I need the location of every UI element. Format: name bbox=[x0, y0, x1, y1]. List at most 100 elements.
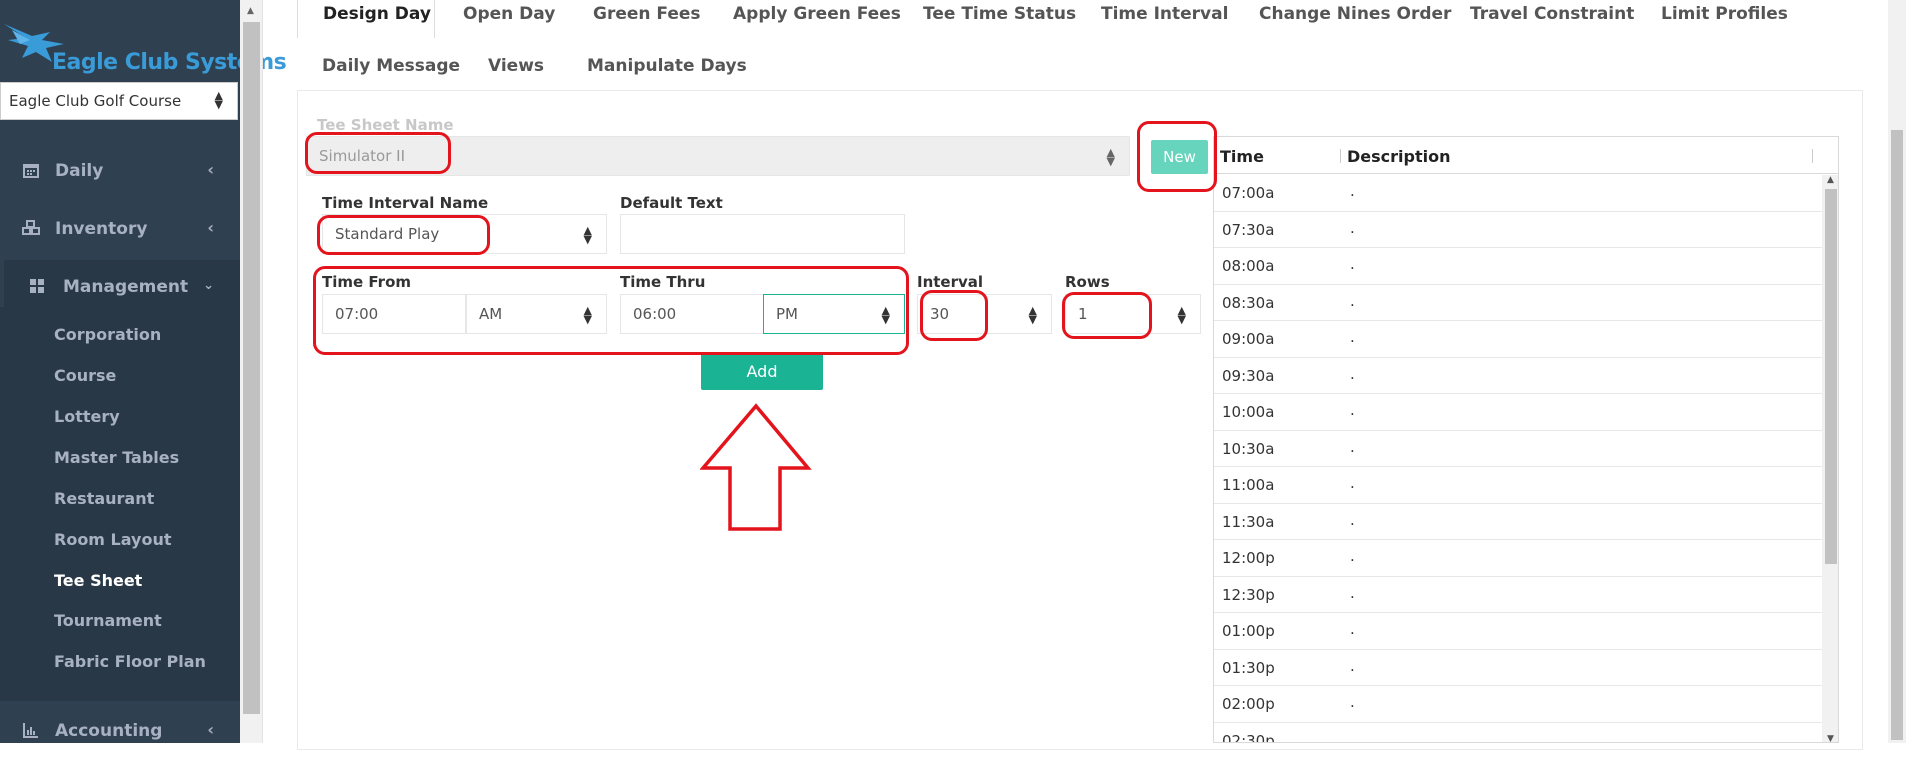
logo: Eagle Club Systems bbox=[0, 0, 287, 86]
table-row[interactable]: 09:00a. bbox=[1214, 321, 1824, 358]
nav-item-accounting[interactable]: Accounting ‹ bbox=[0, 704, 240, 760]
nav-daily-label: Daily bbox=[55, 161, 104, 181]
cell-time: 08:30a bbox=[1222, 293, 1275, 312]
sidebar-item-master-tables[interactable]: Master Tables bbox=[54, 448, 179, 467]
cell-time: 11:30a bbox=[1222, 512, 1275, 531]
tab-design-day[interactable]: Design Day bbox=[297, 0, 435, 38]
cell-description: . bbox=[1350, 620, 1355, 638]
cell-description: . bbox=[1350, 401, 1355, 419]
tab-change-nines-order[interactable]: Change Nines Order bbox=[1259, 4, 1451, 24]
default-text-input[interactable] bbox=[620, 214, 905, 254]
table-row[interactable]: 01:00p. bbox=[1214, 613, 1824, 650]
tab-daily-message[interactable]: Daily Message bbox=[322, 56, 460, 76]
sidebar-item-room-layout[interactable]: Room Layout bbox=[54, 530, 172, 549]
add-button[interactable]: Add bbox=[701, 353, 823, 390]
tab-travel-constraint[interactable]: Travel Constraint bbox=[1470, 4, 1634, 24]
scrollbar-thumb[interactable] bbox=[1891, 130, 1903, 740]
table-header: Time Description bbox=[1214, 137, 1838, 174]
annotation-box bbox=[313, 266, 909, 355]
select-arrows-icon: ▲ ▼ bbox=[1028, 304, 1037, 326]
chevron-left-icon: ‹ bbox=[207, 160, 214, 179]
table-row[interactable]: 10:00a. bbox=[1214, 394, 1824, 431]
annotation-up-arrow-icon bbox=[700, 403, 812, 531]
select-arrows-icon: ▲ ▼ bbox=[1177, 304, 1186, 326]
tab-limit-profiles[interactable]: Limit Profiles bbox=[1661, 4, 1788, 24]
scroll-up-icon[interactable]: ▲ bbox=[247, 6, 254, 16]
column-divider bbox=[1812, 149, 1813, 163]
course-select[interactable]: Eagle Club Golf Course ▲ ▼ bbox=[0, 82, 238, 120]
cell-description: . bbox=[1350, 547, 1355, 565]
scrollbar-thumb[interactable] bbox=[1825, 189, 1837, 564]
select-arrows-icon: ▲ ▼ bbox=[1106, 146, 1115, 168]
cell-time: 09:30a bbox=[1222, 366, 1275, 385]
table-row[interactable]: 10:30a. bbox=[1214, 431, 1824, 467]
table-row[interactable]: 02:30p bbox=[1214, 723, 1824, 743]
tab-time-interval[interactable]: Time Interval bbox=[1101, 4, 1228, 24]
nav-inventory-label: Inventory bbox=[55, 219, 148, 239]
table-row[interactable]: 12:30p. bbox=[1214, 577, 1824, 613]
tab-green-fees[interactable]: Green Fees bbox=[593, 4, 701, 24]
sidebar-item-course[interactable]: Course bbox=[54, 366, 116, 385]
sidebar: Eagle Club Systems Eagle Club Golf Cours… bbox=[0, 0, 287, 743]
cell-time: 01:00p bbox=[1222, 622, 1275, 640]
table-row[interactable]: 11:00a. bbox=[1214, 467, 1824, 504]
table-row[interactable]: 08:00a. bbox=[1214, 248, 1824, 285]
table-row[interactable]: 07:30a. bbox=[1214, 212, 1824, 248]
cell-description: . bbox=[1350, 583, 1355, 602]
cell-time: 09:00a bbox=[1222, 330, 1275, 348]
tab-tee-time-status[interactable]: Tee Time Status bbox=[923, 4, 1076, 24]
nav-management-label: Management bbox=[63, 277, 189, 297]
time-interval-name-label: Time Interval Name bbox=[322, 194, 489, 212]
sidebar-item-restaurant[interactable]: Restaurant bbox=[54, 489, 154, 508]
annotation-box bbox=[1137, 121, 1217, 192]
sidebar-item-lottery[interactable]: Lottery bbox=[54, 407, 120, 426]
course-select-value: Eagle Club Golf Course bbox=[9, 92, 182, 110]
nav-item-inventory[interactable]: Inventory ‹ bbox=[0, 202, 240, 258]
cell-time: 07:00a bbox=[1222, 184, 1275, 202]
annotation-box bbox=[317, 215, 490, 255]
scrollbar-thumb[interactable] bbox=[243, 22, 260, 714]
table-row[interactable]: 12:00p. bbox=[1214, 540, 1824, 577]
tab-apply-green-fees[interactable]: Apply Green Fees bbox=[733, 4, 901, 24]
cell-description: . bbox=[1350, 437, 1355, 456]
column-header-description[interactable]: Description bbox=[1347, 147, 1450, 166]
table-scrollbar[interactable]: ▲ ▼ bbox=[1822, 175, 1838, 742]
sidebar-item-tee-sheet[interactable]: Tee Sheet bbox=[54, 571, 142, 590]
nav-accounting-label: Accounting bbox=[55, 721, 163, 741]
tab-label: Design Day bbox=[323, 4, 431, 24]
tab-open-day[interactable]: Open Day bbox=[463, 4, 555, 24]
management-submenu: Corporation Course Lottery Master Tables… bbox=[0, 307, 240, 701]
scroll-up-icon[interactable]: ▲ bbox=[1827, 175, 1834, 185]
scroll-down-icon[interactable]: ▼ bbox=[1827, 734, 1834, 742]
cell-time: 02:30p bbox=[1222, 731, 1275, 743]
table-row[interactable]: 09:30a. bbox=[1214, 358, 1824, 394]
table-row[interactable]: 08:30a. bbox=[1214, 285, 1824, 321]
table-row[interactable]: 01:30p. bbox=[1214, 650, 1824, 686]
sidebar-item-tournament[interactable]: Tournament bbox=[54, 611, 162, 630]
select-arrows-icon: ▲ ▼ bbox=[214, 89, 223, 111]
column-header-time[interactable]: Time bbox=[1220, 147, 1264, 166]
cell-description: . bbox=[1350, 255, 1355, 273]
cell-description: . bbox=[1350, 364, 1355, 383]
table-row[interactable]: 11:30a. bbox=[1214, 504, 1824, 540]
chevron-left-icon: ‹ bbox=[207, 720, 214, 739]
rows-label: Rows bbox=[1065, 273, 1110, 291]
table-body: 07:00a. 07:30a. 08:00a. 08:30a. 09:00a. 09:30… bbox=[1214, 175, 1824, 743]
sidebar-scrollbar[interactable]: ▲ bbox=[240, 0, 263, 743]
cell-description: . bbox=[1350, 182, 1355, 200]
sidebar-item-fabric-floor-plan[interactable]: Fabric Floor Plan bbox=[54, 652, 206, 671]
sidebar-item-corporation[interactable]: Corporation bbox=[54, 325, 161, 344]
table-row[interactable]: 02:00p. bbox=[1214, 686, 1824, 723]
dashboard-icon bbox=[30, 279, 44, 293]
annotation-box bbox=[920, 290, 988, 341]
tab-manipulate-days[interactable]: Manipulate Days bbox=[587, 56, 747, 76]
table-row[interactable]: 07:00a. bbox=[1214, 175, 1824, 212]
cell-description: . bbox=[1350, 510, 1355, 529]
cell-description: . bbox=[1350, 218, 1355, 237]
tab-views[interactable]: Views bbox=[488, 56, 544, 76]
nav-item-daily[interactable]: Daily ‹ bbox=[0, 144, 240, 200]
page-scrollbar[interactable] bbox=[1888, 0, 1906, 743]
cell-time: 11:00a bbox=[1222, 476, 1275, 494]
cell-description: . bbox=[1350, 474, 1355, 492]
annotation-box bbox=[1062, 292, 1152, 339]
